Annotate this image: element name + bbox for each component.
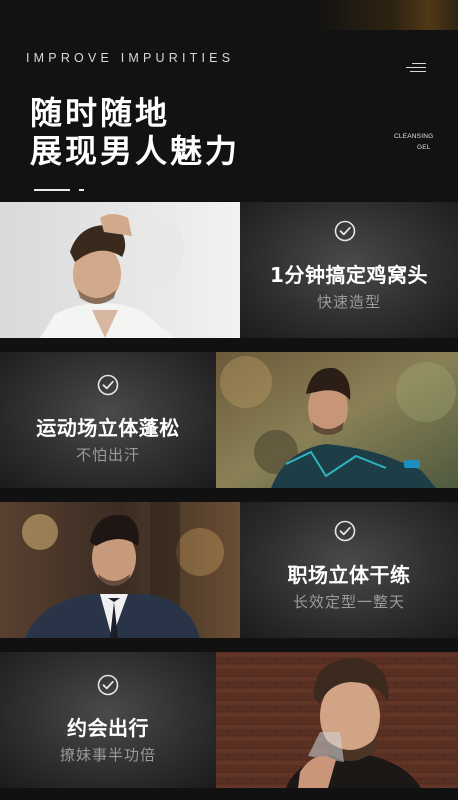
feature-card-4: 约会出行 撩妹事半功倍 (0, 652, 216, 788)
headline: 随时随地 展现男人魅力 (30, 94, 240, 170)
feature-title: 1分钟搞定鸡窝头 (270, 263, 428, 287)
product-label-line-2: GEL (417, 144, 431, 151)
check-circle-icon (334, 520, 356, 542)
feature-section-2: 运动场立体蓬松 不怕出汗 (0, 352, 458, 488)
feature-card-2: 运动场立体蓬松 不怕出汗 (0, 352, 216, 488)
divider-dash (34, 189, 70, 191)
check-circle-icon (97, 374, 119, 396)
feature-subtitle: 快速造型 (316, 293, 381, 311)
feature-section-3: 职场立体干练 长效定型一整天 (0, 502, 458, 638)
hero-top-product-strip (314, 0, 458, 30)
feature-title: 职场立体干练 (287, 563, 411, 587)
feature-subtitle: 不怕出汗 (75, 446, 140, 464)
headline-line-1: 随时随地 (30, 94, 171, 132)
headline-line-2: 展现男人魅力 (30, 132, 241, 170)
feature-section-1: 1分钟搞定鸡窝头 快速造型 (0, 202, 458, 338)
feature-title: 运动场立体蓬松 (36, 416, 180, 440)
divider-dot (79, 189, 84, 191)
photo-man-styling-hair (0, 202, 240, 338)
hero-header: IMPROVE IMPURITIES 随时随地 展现男人魅力 CLEANSING… (0, 0, 458, 200)
check-circle-icon (334, 220, 356, 242)
check-circle-icon (97, 674, 119, 696)
product-label: CLEANSING GEL (394, 131, 433, 153)
menu-icon[interactable] (406, 63, 426, 72)
tagline: IMPROVE IMPURITIES (26, 51, 235, 65)
product-label-line-1: CLEANSING (394, 133, 434, 140)
photo-man-drinking (216, 652, 458, 788)
photo-man-in-suit (0, 502, 240, 638)
photo-man-sport (216, 352, 458, 488)
feature-subtitle: 撩妹事半功倍 (59, 746, 156, 764)
feature-title: 约会出行 (67, 716, 149, 740)
feature-subtitle: 长效定型一整天 (292, 593, 405, 611)
feature-section-4: 约会出行 撩妹事半功倍 (0, 652, 458, 788)
feature-card-1: 1分钟搞定鸡窝头 快速造型 (240, 202, 458, 338)
feature-card-3: 职场立体干练 长效定型一整天 (240, 502, 458, 638)
